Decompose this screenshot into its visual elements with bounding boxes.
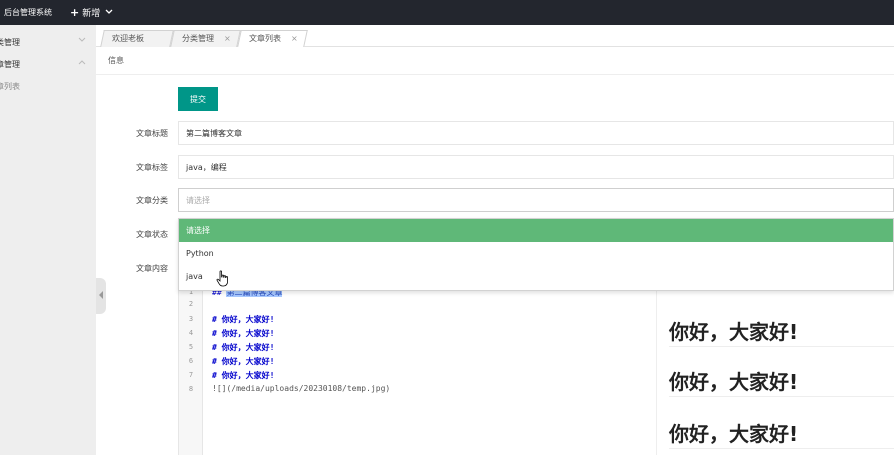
submit-button[interactable]: 提交 <box>178 87 218 111</box>
editor-gutter: 1 2 3 4 5 6 7 8 <box>179 280 203 455</box>
section-header: 信息 <box>96 47 894 75</box>
new-menu-label: 新增 <box>82 9 101 19</box>
sidebar-item-label: 章管理 <box>0 59 20 69</box>
code-line: ![](/media/uploads/20230108/temp.jpg) <box>212 384 391 393</box>
category-label: 文章分类 <box>136 196 168 205</box>
tab-article-list[interactable]: 文章列表 × <box>237 30 308 47</box>
sidebar: 类管理 章管理 章列表 <box>0 25 96 455</box>
new-menu-button[interactable]: + 新增 <box>70 6 113 19</box>
line-number: 4 <box>188 329 194 337</box>
preview-divider <box>669 448 894 449</box>
content-label: 文章内容 <box>136 264 168 273</box>
line-number: 5 <box>188 343 194 351</box>
preview-heading: 你好，大家好! <box>669 422 799 446</box>
markdown-editor[interactable]: 1 2 3 4 5 6 7 8 ## 第二篇博客文章 # 你好，大家好! # 你… <box>178 280 656 455</box>
chevron-up-icon <box>78 58 86 67</box>
line-number: 2 <box>188 300 194 308</box>
dropdown-option-java[interactable]: java <box>179 265 893 288</box>
dropdown-option-placeholder[interactable]: 请选择 <box>179 219 893 242</box>
category-select[interactable]: 请选择 <box>178 188 894 212</box>
markdown-preview: 你好，大家好! 你好，大家好! 你好，大家好! <box>656 280 894 455</box>
preview-divider <box>669 396 894 397</box>
status-label: 文章状态 <box>136 230 168 239</box>
dropdown-option-python[interactable]: Python <box>179 242 893 265</box>
sidebar-item-category-management[interactable]: 类管理 <box>0 31 96 53</box>
code-line: # 你好，大家好! <box>212 371 275 380</box>
line-number: 7 <box>188 371 194 379</box>
hand-cursor-icon <box>216 270 230 290</box>
sidebar-collapse-handle[interactable] <box>96 278 106 314</box>
sidebar-item-article-management[interactable]: 章管理 <box>0 53 96 75</box>
brand-title: 后台管理系统 <box>4 8 52 17</box>
sidebar-item-label: 类管理 <box>0 37 20 47</box>
code-line: # 你好，大家好! <box>212 329 275 338</box>
tab-bar: 欢迎老板 分类管理 × 文章列表 × <box>96 25 894 47</box>
chevron-left-icon <box>98 291 104 301</box>
chevron-down-icon <box>78 36 86 45</box>
line-number: 3 <box>188 315 194 323</box>
tab-label: 分类管理 <box>182 34 214 43</box>
tab-label: 文章列表 <box>249 34 281 43</box>
preview-heading: 你好，大家好! <box>669 370 799 394</box>
tab-label: 欢迎老板 <box>112 34 144 43</box>
close-icon[interactable]: × <box>224 34 231 43</box>
close-icon[interactable]: × <box>291 34 298 43</box>
code-line: # 你好，大家好! <box>212 343 275 352</box>
preview-divider <box>669 346 894 347</box>
category-dropdown: 请选择 Python java <box>178 218 894 291</box>
tags-label: 文章标签 <box>136 163 168 172</box>
sidebar-item-article-list[interactable]: 章列表 <box>0 75 96 97</box>
line-number: 6 <box>188 357 194 365</box>
tab-category-management[interactable]: 分类管理 × <box>170 30 241 47</box>
plus-icon: + <box>70 6 80 19</box>
title-label: 文章标题 <box>136 129 168 138</box>
tags-input[interactable]: java，编程 <box>178 155 894 179</box>
chevron-down-icon <box>105 8 113 17</box>
line-number: 8 <box>188 385 194 393</box>
code-line: # 你好，大家好! <box>212 315 275 324</box>
preview-heading: 你好，大家好! <box>669 320 799 344</box>
code-line: # 你好，大家好! <box>212 357 275 366</box>
section-title: 信息 <box>108 56 124 65</box>
sidebar-item-label: 章列表 <box>0 81 20 91</box>
title-input[interactable]: 第二篇博客文章 <box>178 121 894 145</box>
tab-welcome[interactable]: 欢迎老板 <box>100 30 174 47</box>
top-bar: 后台管理系统 + 新增 <box>0 0 894 25</box>
